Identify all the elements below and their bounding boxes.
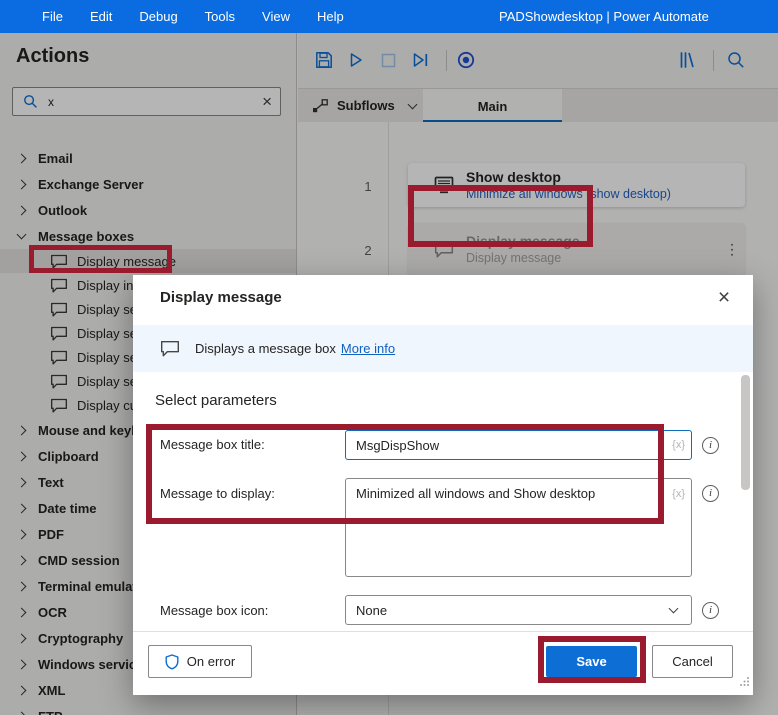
message-to-display-input[interactable]: Minimized all windows and Show desktop xyxy=(345,478,692,577)
shield-icon xyxy=(165,653,179,670)
message-to-display-label: Message to display: xyxy=(160,486,275,501)
window-title: PADShowdesktop | Power Automate xyxy=(499,9,709,24)
message-box-icon-label: Message box icon: xyxy=(160,603,269,618)
display-message-dialog: Display message × Displays a message box… xyxy=(133,275,753,695)
on-error-label: On error xyxy=(186,654,236,669)
message-to-display-field: Minimized all windows and Show desktop {… xyxy=(345,478,692,582)
dialog-title: Display message xyxy=(160,289,282,306)
message-box-title-label: Message box title: xyxy=(160,437,265,452)
menu-view[interactable]: View xyxy=(262,9,290,24)
menu-tools[interactable]: Tools xyxy=(205,9,235,24)
chevron-down-icon xyxy=(668,603,679,614)
menu-help[interactable]: Help xyxy=(317,9,344,24)
dialog-footer: On error Save Cancel xyxy=(133,631,753,695)
message-bubble-icon xyxy=(160,340,180,357)
resize-grip[interactable] xyxy=(739,674,750,692)
close-icon[interactable]: × xyxy=(709,283,739,313)
more-info-link[interactable]: More info xyxy=(341,341,395,356)
variable-picker-badge[interactable]: {x} xyxy=(672,439,685,451)
info-icon[interactable]: i xyxy=(702,437,719,454)
message-box-icon-select[interactable]: None xyxy=(345,595,692,625)
dialog-scrollbar-thumb[interactable] xyxy=(741,375,750,490)
cancel-button[interactable]: Cancel xyxy=(652,645,733,678)
menu-debug[interactable]: Debug xyxy=(139,9,177,24)
app-window: File Edit Debug Tools View Help PADShowd… xyxy=(0,0,778,715)
message-box-title-field: {x} xyxy=(345,430,692,460)
selected-option: None xyxy=(356,602,388,618)
save-button[interactable]: Save xyxy=(546,646,637,677)
message-box-title-input[interactable] xyxy=(345,430,692,460)
dialog-description-band: Displays a message box More info xyxy=(133,325,753,372)
menu-file[interactable]: File xyxy=(42,9,63,24)
dialog-description: Displays a message box xyxy=(195,341,336,356)
info-icon[interactable]: i xyxy=(702,485,719,502)
dialog-header: Display message × xyxy=(133,275,753,325)
title-bar: File Edit Debug Tools View Help PADShowd… xyxy=(0,0,778,33)
select-parameters-heading: Select parameters xyxy=(155,392,277,409)
variable-picker-badge[interactable]: {x} xyxy=(672,488,685,500)
on-error-button[interactable]: On error xyxy=(148,645,252,678)
info-icon[interactable]: i xyxy=(702,602,719,619)
menu-edit[interactable]: Edit xyxy=(90,9,112,24)
